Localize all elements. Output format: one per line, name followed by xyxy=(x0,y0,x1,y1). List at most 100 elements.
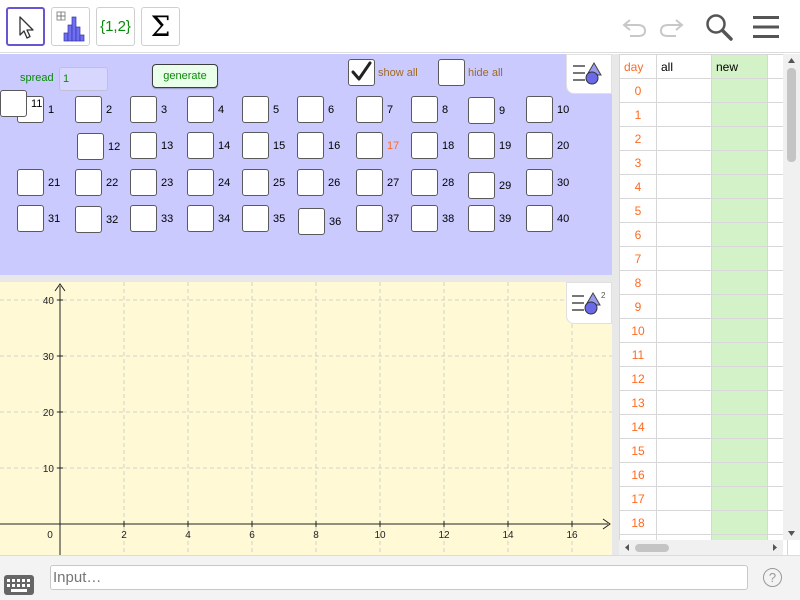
row-number-cell[interactable]: 1 xyxy=(619,102,657,127)
day-checkbox[interactable] xyxy=(17,205,44,232)
scroll-up-arrow-icon[interactable] xyxy=(783,56,800,66)
spreadsheet-cell[interactable] xyxy=(711,174,768,199)
spreadsheet-cell[interactable] xyxy=(711,318,768,343)
day-checkbox[interactable] xyxy=(187,96,214,123)
day-checkbox[interactable] xyxy=(242,96,269,123)
day-checkbox[interactable] xyxy=(130,205,157,232)
horizontal-scroll-thumb[interactable] xyxy=(635,544,669,552)
histogram-tool-button[interactable] xyxy=(51,7,90,46)
help-button[interactable]: ? xyxy=(763,568,782,587)
vertical-divider[interactable] xyxy=(612,54,619,555)
spreadsheet-cell[interactable] xyxy=(656,366,712,391)
row-number-cell[interactable]: 3 xyxy=(619,150,657,175)
spreadsheet-cell[interactable] xyxy=(656,438,712,463)
day-checkbox[interactable] xyxy=(356,205,383,232)
redo-button[interactable] xyxy=(654,10,688,44)
day-checkbox[interactable] xyxy=(526,169,553,196)
spreadsheet-cell[interactable] xyxy=(656,294,712,319)
spreadsheet-cell[interactable] xyxy=(656,174,712,199)
day-checkbox[interactable] xyxy=(526,205,553,232)
spreadsheet-cell[interactable] xyxy=(656,198,712,223)
graphics-1-style-bar-button[interactable]: 2 xyxy=(566,282,612,324)
keyboard-button[interactable] xyxy=(4,575,34,595)
spreadsheet-cell[interactable] xyxy=(711,438,768,463)
day-checkbox[interactable] xyxy=(0,90,27,117)
day-checkbox[interactable] xyxy=(356,132,383,159)
spreadsheet-cell[interactable] xyxy=(711,294,768,319)
spreadsheet-cell[interactable] xyxy=(711,102,768,127)
spreadsheet-cell[interactable] xyxy=(656,510,712,535)
day-checkbox[interactable] xyxy=(297,169,324,196)
row-number-cell[interactable]: 6 xyxy=(619,222,657,247)
day-checkbox[interactable] xyxy=(17,169,44,196)
spreadsheet-cell[interactable] xyxy=(656,318,712,343)
list-tool-button[interactable]: {1,2} xyxy=(96,7,135,46)
day-checkbox[interactable] xyxy=(468,132,495,159)
day-checkbox[interactable] xyxy=(242,205,269,232)
spreadsheet-cell[interactable] xyxy=(711,150,768,175)
spreadsheet-cell[interactable] xyxy=(711,510,768,535)
spreadsheet-cell[interactable] xyxy=(711,270,768,295)
spreadsheet-cell[interactable] xyxy=(656,390,712,415)
spreadsheet-cell[interactable] xyxy=(656,414,712,439)
day-checkbox[interactable] xyxy=(75,169,102,196)
spreadsheet-vertical-scrollbar[interactable] xyxy=(783,54,800,540)
spreadsheet-horizontal-scrollbar[interactable] xyxy=(619,540,783,555)
horizontal-divider[interactable] xyxy=(0,275,612,282)
day-checkbox[interactable] xyxy=(468,172,495,199)
row-number-cell[interactable]: 11 xyxy=(619,342,657,367)
column-header-cell[interactable]: all xyxy=(656,54,712,79)
row-number-cell[interactable]: 5 xyxy=(619,198,657,223)
row-number-cell[interactable]: 16 xyxy=(619,462,657,487)
show-all-checkbox[interactable] xyxy=(348,59,375,86)
day-checkbox[interactable] xyxy=(75,96,102,123)
row-number-cell[interactable]: 13 xyxy=(619,390,657,415)
spreadsheet-cell[interactable] xyxy=(656,126,712,151)
move-tool-button[interactable] xyxy=(6,7,45,46)
spread-input[interactable]: 1 xyxy=(59,67,108,91)
row-number-cell[interactable]: 10 xyxy=(619,318,657,343)
scroll-down-arrow-icon[interactable] xyxy=(783,528,800,538)
sum-tool-button[interactable]: Σ xyxy=(141,7,180,46)
row-number-cell[interactable]: 8 xyxy=(619,270,657,295)
spreadsheet-cell[interactable] xyxy=(711,486,768,511)
day-checkbox[interactable] xyxy=(526,132,553,159)
day-checkbox[interactable] xyxy=(468,97,495,124)
row-number-cell[interactable]: 7 xyxy=(619,246,657,271)
spreadsheet-cell[interactable] xyxy=(711,78,768,103)
day-checkbox[interactable] xyxy=(130,96,157,123)
spreadsheet-cell[interactable] xyxy=(656,462,712,487)
day-checkbox[interactable] xyxy=(130,132,157,159)
row-number-cell[interactable]: 17 xyxy=(619,486,657,511)
spreadsheet-cell[interactable] xyxy=(656,246,712,271)
day-checkbox[interactable] xyxy=(411,96,438,123)
spreadsheet-cell[interactable] xyxy=(656,150,712,175)
graphics-2-style-bar-button[interactable] xyxy=(566,54,612,94)
search-button[interactable] xyxy=(702,10,736,44)
column-header-cell[interactable]: new xyxy=(711,54,768,79)
undo-button[interactable] xyxy=(618,10,652,44)
day-checkbox[interactable] xyxy=(297,96,324,123)
column-header-cell[interactable]: day xyxy=(619,54,657,79)
day-checkbox[interactable] xyxy=(130,169,157,196)
spreadsheet-cell[interactable] xyxy=(711,366,768,391)
graphics-view-1[interactable]: 0 2 4 6 8 10 12 14 16 10 20 30 40 2 xyxy=(0,282,612,555)
row-number-cell[interactable]: 14 xyxy=(619,414,657,439)
spreadsheet-cell[interactable] xyxy=(711,246,768,271)
spreadsheet-cell[interactable] xyxy=(711,414,768,439)
day-checkbox[interactable] xyxy=(77,133,104,160)
day-checkbox[interactable] xyxy=(411,205,438,232)
day-checkbox[interactable] xyxy=(242,169,269,196)
vertical-scroll-thumb[interactable] xyxy=(787,68,796,162)
day-checkbox[interactable] xyxy=(411,132,438,159)
day-checkbox[interactable] xyxy=(187,169,214,196)
row-number-cell[interactable]: 12 xyxy=(619,366,657,391)
day-checkbox[interactable] xyxy=(242,132,269,159)
spreadsheet-cell[interactable] xyxy=(656,222,712,247)
hide-all-checkbox[interactable] xyxy=(438,59,465,86)
scroll-right-arrow-icon[interactable] xyxy=(770,540,780,555)
row-number-cell[interactable]: 4 xyxy=(619,174,657,199)
day-checkbox[interactable] xyxy=(356,169,383,196)
spreadsheet-cell[interactable] xyxy=(656,102,712,127)
spreadsheet-cell[interactable] xyxy=(711,222,768,247)
